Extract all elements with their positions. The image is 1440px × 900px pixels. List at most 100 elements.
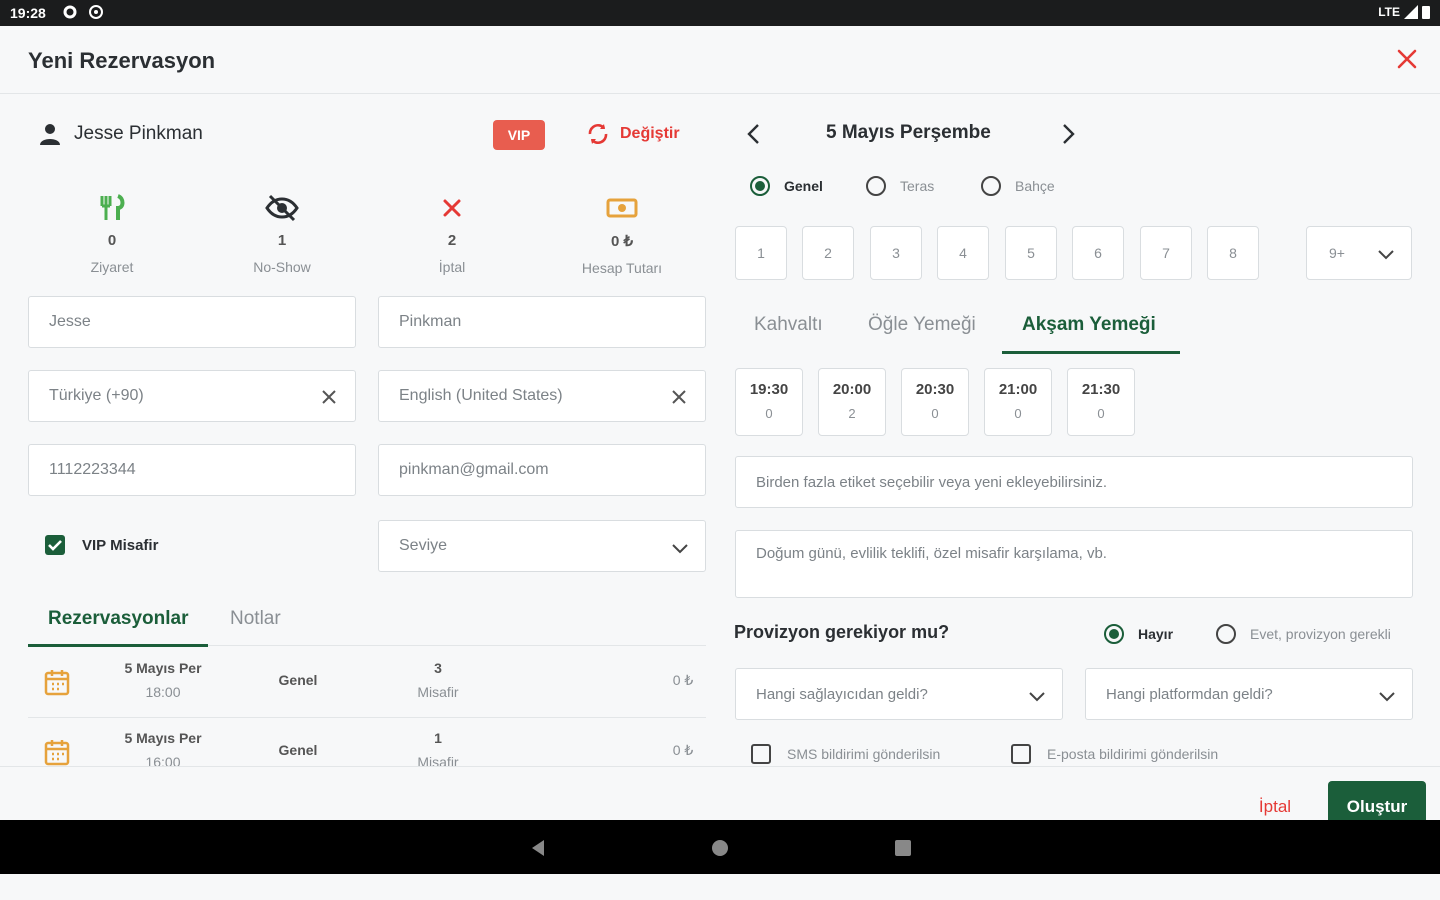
status-time: 19:28 [10,5,46,21]
language-select[interactable]: English (United States) [378,370,706,422]
area-label: Bahçe [1015,178,1055,194]
recents-icon[interactable] [893,838,913,858]
dialog-header: Yeni Rezervasyon [0,26,1440,94]
reservation-date: 5 Mayıs Per [124,660,202,676]
tab-notes[interactable]: Notlar [230,608,281,630]
tab-reservations[interactable]: Rezervasyonlar [48,608,188,630]
tags-input[interactable]: Birden fazla etiket seçebilir veya yeni … [735,456,1413,508]
area-radio-genel[interactable]: Genel [750,176,823,196]
stat-visits-label: Ziyaret [90,259,134,275]
back-icon[interactable] [528,838,548,858]
slot-time: 21:30 [1081,381,1121,398]
meal-tab-indicator [1002,351,1180,354]
platform-select[interactable]: Hangi platformdan geldi? [1085,668,1413,720]
refresh-icon [588,123,608,145]
slot-count: 0 [1097,406,1105,421]
signal-icon [1404,5,1418,19]
close-icon[interactable] [1394,46,1420,72]
party-size-option[interactable]: 8 [1207,226,1259,280]
party-size-option[interactable]: 1 [735,226,787,280]
area-label: Genel [784,178,823,194]
language-value: English (United States) [399,387,563,404]
chevron-left-icon[interactable] [744,122,764,146]
notification-icon [89,5,103,19]
provision-radio-yes[interactable]: Evet, provizyon gerekli [1216,624,1391,644]
reservation-area-label: Genel [278,672,318,688]
reservation-amount-value: 0 ₺ [672,672,694,688]
party-size-more-select[interactable]: 9+ [1306,226,1412,280]
table-row[interactable]: 5 Mayıs Per 16:00 Genel 1 Misafir 0 ₺ [28,718,706,766]
sms-label: SMS bildirimi gönderilsin [787,746,941,762]
time-slot[interactable]: 19:30 0 [735,368,803,436]
last-name-field[interactable]: Pinkman [378,296,706,348]
time-slot[interactable]: 21:00 0 [984,368,1052,436]
calendar-icon [44,740,70,766]
clear-icon[interactable] [669,387,689,407]
party-size-option[interactable]: 5 [1005,226,1057,280]
email-checkbox[interactable]: E-posta bildirimi gönderilsin [1011,744,1218,764]
table-row[interactable]: 5 Mayıs Per 18:00 Genel 3 Misafir 0 ₺ [28,648,706,718]
stat-visits: 0 Ziyaret [42,194,182,275]
provision-no-label: Hayır [1138,626,1174,642]
home-icon[interactable] [710,838,730,858]
stat-visits-value: 0 [107,232,117,249]
vip-checkbox[interactable]: VIP Misafir [44,534,158,556]
radio-icon [866,176,886,196]
radio-icon [981,176,1001,196]
reservation-area: Genel [258,672,338,688]
provision-question: Provizyon gerekiyor mu? [734,622,950,642]
left-tabs: Rezervasyonlar Notlar [28,594,706,647]
checkbox-icon [751,744,771,764]
tab-dinner[interactable]: Akşam Yemeği [1022,314,1156,336]
time-slot[interactable]: 21:30 0 [1067,368,1135,436]
sms-checkbox[interactable]: SMS bildirimi gönderilsin [751,744,940,764]
first-name-field[interactable]: Jesse [28,296,356,348]
slot-count: 0 [765,406,773,421]
slot-time: 20:00 [832,381,872,398]
page-title: Yeni Rezervasyon [28,48,216,73]
radio-icon [1216,624,1236,644]
country-select[interactable]: Türkiye (+90) [28,370,356,422]
email-field[interactable]: pinkman@gmail.com [378,444,706,496]
time-slot[interactable]: 20:00 2 [818,368,886,436]
stat-noshow-label: No-Show [253,259,311,275]
party-size-option[interactable]: 7 [1140,226,1192,280]
reservation-date: 5 Mayıs Per [124,730,202,746]
person-icon [40,124,60,145]
provision-radio-no[interactable]: Hayır [1104,624,1173,644]
provider-select[interactable]: Hangi sağlayıcıdan geldi? [735,668,1063,720]
checkbox-checked-icon [45,535,65,555]
slot-count: 0 [1014,406,1022,421]
notes-textarea[interactable]: Doğum günü, evlilik teklifi, özel misafi… [735,530,1413,598]
area-radio-bahce[interactable]: Bahçe [981,176,1055,196]
party-size-option[interactable]: 4 [937,226,989,280]
reservation-count: 3 [434,660,442,676]
clear-icon[interactable] [319,387,339,407]
stat-noshow: 1 No-Show [212,194,352,275]
platform-placeholder: Hangi platformdan geldi? [1106,685,1273,703]
tab-indicator [28,644,208,647]
chevron-right-icon[interactable] [1058,122,1078,146]
tab-breakfast[interactable]: Kahvaltı [754,314,823,336]
party-size-option[interactable]: 3 [870,226,922,280]
reservation-datetime: 5 Mayıs Per 16:00 [108,730,218,766]
change-label: Değiştir [620,125,680,142]
tab-lunch[interactable]: Öğle Yemeği [868,314,976,336]
party-size-option[interactable]: 6 [1072,226,1124,280]
date-title: 5 Mayıs Perşembe [826,122,991,143]
reservation-guests: 1 Misafir [398,730,478,766]
reservation-time: 18:00 [145,684,181,700]
reservation-amount: 0 ₺ [658,742,706,759]
party-size-option[interactable]: 2 [802,226,854,280]
time-slot[interactable]: 20:30 0 [901,368,969,436]
reservation-amount: 0 ₺ [658,672,708,689]
calendar-icon [44,670,70,696]
phone-field[interactable]: 1112223344 [28,444,356,496]
chevron-down-icon [1379,692,1395,702]
area-radio-teras[interactable]: Teras [866,176,934,196]
radio-selected-icon [750,176,770,196]
slot-time: 20:30 [915,381,955,398]
cash-icon [606,198,638,218]
level-select[interactable]: Seviye [378,520,706,572]
change-guest-button[interactable]: Değiştir [586,122,680,146]
